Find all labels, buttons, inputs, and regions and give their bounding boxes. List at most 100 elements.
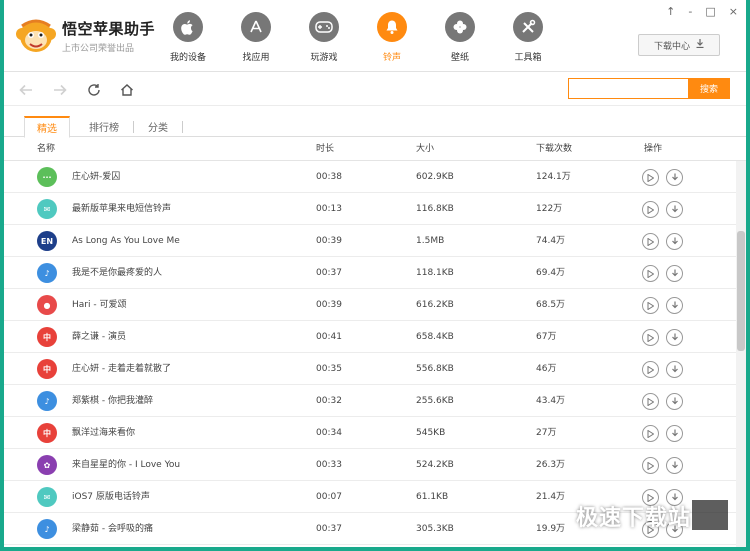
play-icon[interactable] <box>642 329 659 346</box>
download-icon[interactable] <box>666 425 683 442</box>
download-icon[interactable] <box>666 297 683 314</box>
play-icon[interactable] <box>642 361 659 378</box>
ringtone-duration: 00:33 <box>316 460 342 470</box>
nav-item-ringtones[interactable]: 铃声 <box>358 12 426 63</box>
play-icon[interactable] <box>642 169 659 186</box>
download-icon[interactable] <box>666 361 683 378</box>
tab-featured[interactable]: 精选 <box>24 116 70 138</box>
ringtone-type-icon: ♪ <box>37 519 57 539</box>
tab-rankings[interactable]: 排行榜 <box>78 116 130 137</box>
search-input[interactable] <box>568 78 688 99</box>
ringtone-duration: 00:37 <box>316 268 342 278</box>
table-row[interactable]: EN As Long As You Love Me 00:39 1.5MB 74… <box>4 225 736 257</box>
toolbar: 搜索 <box>4 73 746 106</box>
download-icon[interactable] <box>666 329 683 346</box>
ringtone-type-icon: ✉ <box>37 487 57 507</box>
ringtone-size: 255.6KB <box>416 396 454 406</box>
ringtone-name: 来自星星的你 - I Love You <box>72 460 181 470</box>
download-icon[interactable] <box>666 457 683 474</box>
nav-label: 找应用 <box>242 53 270 63</box>
nav-label: 我的设备 <box>169 53 206 63</box>
home-icon[interactable] <box>117 80 137 100</box>
ringtone-downloads: 19.9万 <box>536 524 566 534</box>
vertical-scrollbar[interactable] <box>736 161 746 547</box>
nav-item-toolbox[interactable]: 工具箱 <box>494 12 562 63</box>
table-row[interactable]: ✿ 来自星星的你 - I Love You 00:33 524.2KB 26.3… <box>4 449 736 481</box>
play-icon[interactable] <box>642 297 659 314</box>
ringtone-type-icon: 中 <box>37 327 57 347</box>
download-arrow-icon <box>696 39 704 51</box>
nav-item-find-apps[interactable]: 找应用 <box>222 12 290 63</box>
gamepad-icon <box>309 12 339 42</box>
play-icon[interactable] <box>642 393 659 410</box>
monkey-logo-icon <box>14 14 58 54</box>
column-header-name[interactable]: 名称 <box>37 137 55 161</box>
column-header-duration[interactable]: 时长 <box>316 137 334 161</box>
ringtone-type-icon: ♪ <box>37 391 57 411</box>
download-icon[interactable] <box>666 393 683 410</box>
column-header-downloads[interactable]: 下载次数 <box>536 137 572 161</box>
ringtone-duration: 00:13 <box>316 204 342 214</box>
table-row[interactable]: 中 飘洋过海来看你 00:34 545KB 27万 <box>4 417 736 449</box>
refresh-icon[interactable] <box>84 80 104 100</box>
window-controls: ↑ - □ × <box>666 5 738 18</box>
table-row[interactable]: ♪ 我是不是你最疼爱的人 00:37 118.1KB 69.4万 <box>4 257 736 289</box>
download-icon[interactable] <box>666 201 683 218</box>
close-icon[interactable]: × <box>729 5 738 18</box>
apple-icon <box>173 12 203 42</box>
minimize-icon[interactable]: - <box>688 5 692 18</box>
ringtone-name: As Long As You Love Me <box>72 236 180 246</box>
forward-arrow-icon[interactable] <box>50 80 70 100</box>
ringtone-downloads: 43.4万 <box>536 396 566 406</box>
play-icon[interactable] <box>642 425 659 442</box>
tab-categories[interactable]: 分类 <box>136 116 180 137</box>
search-button[interactable]: 搜索 <box>688 78 730 99</box>
ringtone-duration: 00:41 <box>316 332 342 342</box>
ringtone-downloads: 122万 <box>536 204 563 214</box>
ringtone-downloads: 68.5万 <box>536 300 566 310</box>
ringtone-type-icon: EN <box>37 231 57 251</box>
tools-icon <box>513 12 543 42</box>
play-icon[interactable] <box>642 201 659 218</box>
back-arrow-icon[interactable] <box>16 80 36 100</box>
ringtone-duration: 00:35 <box>316 364 342 374</box>
scrollbar-thumb[interactable] <box>737 231 745 351</box>
play-icon[interactable] <box>642 233 659 250</box>
ringtone-name: 最新版苹果来电短信铃声 <box>72 204 172 214</box>
download-icon[interactable] <box>666 169 683 186</box>
download-icon[interactable] <box>666 265 683 282</box>
download-center-button[interactable]: 下载中心 <box>638 34 720 56</box>
ringtone-duration: 00:38 <box>316 172 342 182</box>
table-row[interactable]: ✉ 最新版苹果来电短信铃声 00:13 116.8KB 122万 <box>4 193 736 225</box>
table-row[interactable]: ♪ 郑紫棋 - 你把我灌醉 00:32 255.6KB 43.4万 <box>4 385 736 417</box>
ringtone-downloads: 69.4万 <box>536 268 566 278</box>
ringtone-type-icon: ✉ <box>37 199 57 219</box>
table-row[interactable]: 中 薛之谦 - 演员 00:41 658.4KB 67万 <box>4 321 736 353</box>
ringtone-downloads: 46万 <box>536 364 557 374</box>
ringtone-downloads: 74.4万 <box>536 236 566 246</box>
ringtone-type-icon: 中 <box>37 423 57 443</box>
play-icon[interactable] <box>642 457 659 474</box>
ringtone-type-icon: 中 <box>37 359 57 379</box>
ringtone-size: 556.8KB <box>416 364 454 374</box>
nav-item-my-device[interactable]: 我的设备 <box>154 12 222 63</box>
clover-icon <box>445 12 475 42</box>
table-row[interactable]: ● Hari - 可爱颂 00:39 616.2KB 68.5万 <box>4 289 736 321</box>
table-row[interactable]: 中 庄心妍 - 走着走着就散了 00:35 556.8KB 46万 <box>4 353 736 385</box>
download-icon[interactable] <box>666 233 683 250</box>
ringtone-duration: 00:07 <box>316 492 342 502</box>
column-header-size[interactable]: 大小 <box>416 137 434 161</box>
table-header: 名称 时长 大小 下载次数 操作 <box>4 137 746 161</box>
play-icon[interactable] <box>642 265 659 282</box>
ringtone-duration: 00:39 <box>316 300 342 310</box>
maximize-icon[interactable]: □ <box>705 5 715 18</box>
column-header-actions: 操作 <box>644 144 663 154</box>
table-row[interactable]: ··· 庄心妍-爱囚 00:38 602.9KB 124.1万 <box>4 161 736 193</box>
ringtone-downloads: 21.4万 <box>536 492 566 502</box>
nav-label: 壁纸 <box>450 53 469 63</box>
nav-item-wallpapers[interactable]: 壁纸 <box>426 12 494 63</box>
bell-icon <box>377 12 407 42</box>
nav-item-games[interactable]: 玩游戏 <box>290 12 358 63</box>
collapse-icon[interactable]: ↑ <box>666 5 675 18</box>
ringtone-type-icon: ··· <box>37 167 57 187</box>
